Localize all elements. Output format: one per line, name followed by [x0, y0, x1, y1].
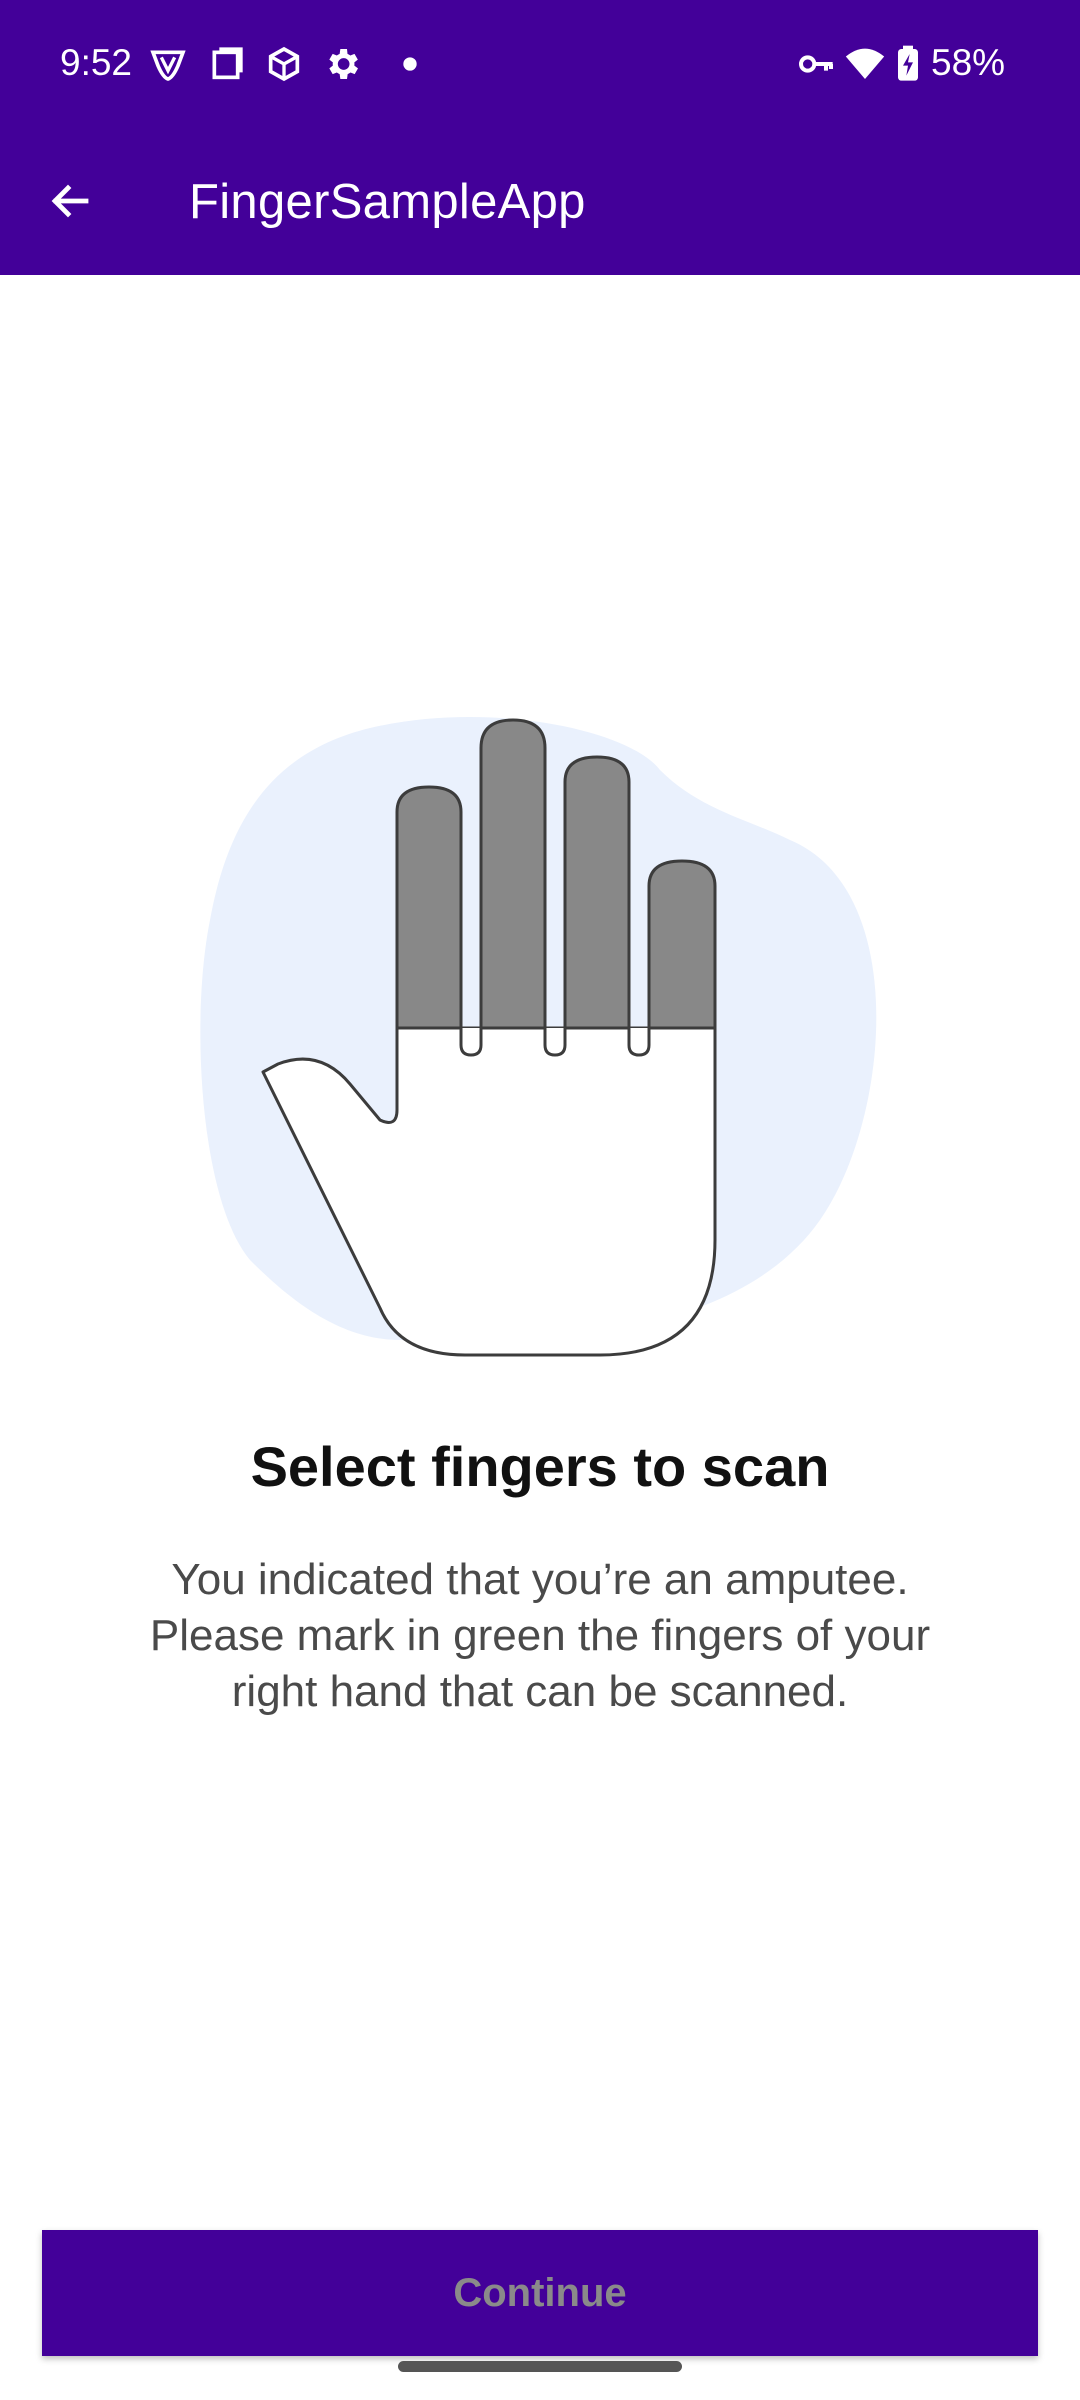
notification-dot-icon	[380, 44, 420, 84]
cube-icon	[264, 44, 304, 84]
finger-index[interactable]	[395, 785, 463, 1030]
screen-description: You indicated that you’re an amputee. Pl…	[149, 1555, 931, 1716]
shield-v-icon	[148, 44, 188, 84]
gesture-nav-handle[interactable]	[398, 2361, 682, 2372]
finger-middle[interactable]	[479, 718, 547, 1030]
arrow-back-icon	[51, 184, 89, 218]
hand-illustration	[190, 700, 890, 1380]
wifi-icon	[845, 44, 885, 84]
status-time: 9:52	[60, 42, 133, 83]
back-button[interactable]	[30, 161, 110, 241]
screenshot-icon	[206, 44, 246, 84]
screen-heading: Select fingers to scan	[250, 1435, 830, 1498]
finger-ring[interactable]	[563, 755, 631, 1030]
screen: 9:52 58% FingerSampleApp Select fingers …	[0, 0, 1080, 2400]
battery-charging-icon	[893, 44, 923, 84]
status-bar: 9:52 58%	[0, 0, 1080, 128]
battery-percentage: 58%	[931, 42, 1006, 83]
continue-button[interactable]: Continue	[42, 2230, 1038, 2356]
finger-little[interactable]	[647, 859, 717, 1030]
settings-icon	[322, 44, 362, 84]
app-bar: FingerSampleApp	[0, 128, 1080, 275]
vpn-key-icon	[796, 44, 836, 84]
app-title: FingerSampleApp	[189, 175, 586, 229]
